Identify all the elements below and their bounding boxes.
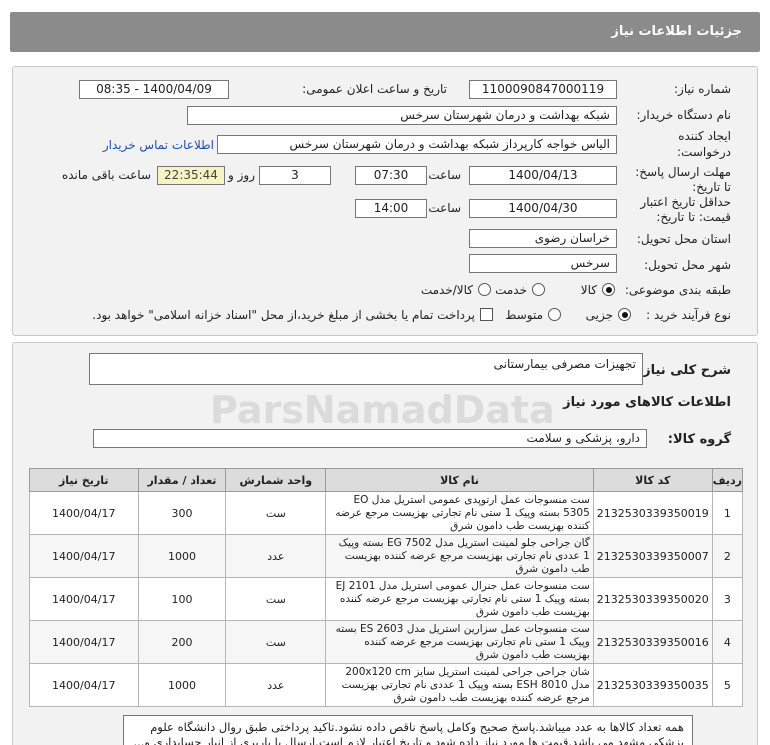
deadline-label-line2: تا تاریخ: [692, 180, 731, 194]
province-label: استان محل تحویل: [636, 232, 731, 246]
creator-label-line2: درخواست: [677, 145, 731, 159]
announce-date-field: 1400/04/09 - 08:35 [79, 80, 229, 99]
remaining-time-label: ساعت باقی مانده [61, 168, 151, 182]
validity-time-label: ساعت [428, 201, 461, 215]
cell-need-date: 1400/04/17 [29, 620, 139, 664]
treasury-payment-checkbox[interactable] [480, 308, 493, 321]
deadline-date-field: 1400/04/13 [469, 166, 617, 185]
province-field: خراسان رضوی [469, 229, 617, 248]
cell-need-date: 1400/04/17 [29, 534, 139, 578]
cell-quantity: 300 [137, 491, 227, 535]
cell-item-name: ست منسوجات عمل ارتوپدی عمومی استریل مدل … [325, 491, 594, 535]
category-label: طبقه بندی موضوعی: [624, 283, 731, 297]
cell-need-date: 1400/04/17 [29, 491, 139, 535]
creator-field: الیاس خواجه کارپرداز شبکه بهداشت و درمان… [217, 135, 617, 154]
cell-unit: ست [225, 491, 327, 535]
cell-unit: ست [225, 620, 327, 664]
category-option-service: خدمت [495, 283, 527, 297]
validity-time-field: 14:00 [355, 199, 427, 218]
table-row: 5 2132530339350035 شان جراحی جراحی لمینت… [29, 663, 744, 707]
category-radio-service[interactable] [532, 283, 545, 296]
cell-item-code: 2132530339350035 [592, 663, 713, 707]
col-item-name: نام کالا [325, 468, 594, 492]
cell-row-number: 5 [711, 663, 744, 707]
buyer-contact-link[interactable]: اطلاعات تماس خریدار [103, 138, 214, 152]
table-row: 2 2132530339350007 گان جراحی جلو لمینت ا… [29, 534, 744, 578]
category-radio-goods-service[interactable] [478, 283, 491, 296]
buyer-org-label: نام دستگاه خریدار: [636, 108, 732, 122]
category-radio-goods[interactable] [602, 283, 615, 296]
cell-unit: عدد [225, 663, 327, 707]
col-unit: واحد شمارش [225, 468, 327, 492]
cell-quantity: 1000 [137, 663, 227, 707]
goods-group-label: گروه کالا: [667, 432, 731, 447]
process-option-medium: متوسط [505, 308, 543, 322]
cell-quantity: 100 [137, 577, 227, 621]
city-field: سرخس [469, 254, 617, 273]
cell-row-number: 4 [711, 620, 744, 664]
goods-section-title: اطلاعات کالاهای مورد نیاز [563, 395, 731, 410]
cell-item-name: گان جراحی جلو لمینت استریل مدل EG 7502 ب… [325, 534, 594, 578]
cell-quantity: 200 [137, 620, 227, 664]
need-number-field: 1100090847000119 [469, 80, 617, 99]
buyer-note: همه تعداد کالاها به عدد میباشد.پاسخ صحیح… [123, 715, 693, 745]
need-number-label: شماره نیاز: [674, 82, 731, 96]
description-field: تجهیزات مصرفی بیمارستانی [89, 353, 643, 385]
cell-item-code: 2132530339350007 [592, 534, 713, 578]
goods-group-field: دارو، پزشکی و سلامت [93, 429, 647, 448]
cell-row-number: 2 [711, 534, 744, 578]
category-option-goods: کالا [580, 283, 597, 297]
creator-label-line1: ایجاد کننده [678, 129, 731, 143]
page-title: جزئیات اطلاعات نیاز [611, 24, 742, 39]
page-header: جزئیات اطلاعات نیاز [10, 12, 760, 52]
goods-table-header: ردیف کد کالا نام کالا واحد شمارش تعداد /… [29, 468, 744, 492]
cell-need-date: 1400/04/17 [29, 663, 139, 707]
col-quantity: تعداد / مقدار [137, 468, 227, 492]
description-label: شرح کلی نیاز: [637, 363, 731, 378]
days-field: 3 [259, 166, 331, 185]
cell-unit: ست [225, 577, 327, 621]
cell-unit: عدد [225, 534, 327, 578]
cell-need-date: 1400/04/17 [29, 577, 139, 621]
cell-row-number: 1 [711, 491, 744, 535]
deadline-time-field: 07:30 [355, 166, 427, 185]
table-row: 4 2132530339350016 ست منسوجات عمل سزارین… [29, 620, 744, 664]
validity-label-line1: حداقل تاریخ اعتبار [640, 195, 731, 209]
cell-item-code: 2132530339350019 [592, 491, 713, 535]
cell-item-name: ست منسوجات عمل جنرال عمومی استریل مدل EJ… [325, 577, 594, 621]
validity-date-field: 1400/04/30 [469, 199, 617, 218]
process-radio-minor[interactable] [618, 308, 631, 321]
buyer-org-field: شبکه بهداشت و درمان شهرستان سرخس [187, 106, 617, 125]
need-info-panel: شماره نیاز: 1100090847000119 تاریخ و ساع… [12, 66, 758, 336]
category-option-goods-service: کالا/خدمت [420, 283, 473, 297]
validity-label-line2: قیمت: تا تاریخ: [656, 210, 731, 224]
cell-quantity: 1000 [137, 534, 227, 578]
announce-date-label: تاریخ و ساعت اعلان عمومی: [302, 82, 447, 96]
cell-item-code: 2132530339350016 [592, 620, 713, 664]
treasury-payment-note: پرداخت تمام یا بخشی از مبلغ خرید،از محل … [92, 308, 475, 322]
cell-item-name: ست منسوجات عمل سزارین استریل مدل ES 2603… [325, 620, 594, 664]
process-option-minor: جزیی [585, 308, 613, 322]
cell-row-number: 3 [711, 577, 744, 621]
remaining-time-field: 22:35:44 [157, 166, 225, 185]
days-label: روز و [228, 168, 255, 182]
cell-item-name: شان جراحی جراحی لمینت استریل سایز 200x12… [325, 663, 594, 707]
process-radio-medium[interactable] [548, 308, 561, 321]
col-item-code: کد کالا [592, 468, 713, 492]
deadline-time-label: ساعت [428, 168, 461, 182]
city-label: شهر محل تحویل: [644, 258, 731, 272]
goods-panel: شرح کلی نیاز: تجهیزات مصرفی بیمارستانی ا… [12, 342, 758, 745]
col-need-date: تاریخ نیاز [29, 468, 139, 492]
table-row: 3 2132530339350020 ست منسوجات عمل جنرال … [29, 577, 744, 621]
col-row-number: ردیف [711, 468, 744, 492]
table-row: 1 2132530339350019 ست منسوجات عمل ارتوپد… [29, 491, 744, 535]
process-label: نوع فرآیند خرید : [646, 308, 731, 322]
deadline-label-line1: مهلت ارسال پاسخ: [635, 165, 731, 179]
cell-item-code: 2132530339350020 [592, 577, 713, 621]
goods-table: ردیف کد کالا نام کالا واحد شمارش تعداد /… [29, 468, 744, 707]
